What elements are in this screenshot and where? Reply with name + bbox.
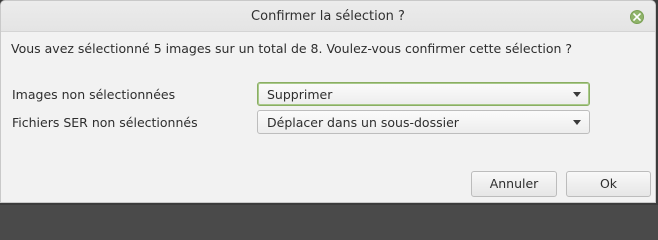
confirmation-message: Vous avez sélectionné 5 images sur un to…: [11, 41, 572, 56]
chevron-down-icon: [573, 120, 581, 125]
window-title: Confirmer la sélection ?: [251, 9, 405, 24]
unselected-ser-files-select[interactable]: Déplacer dans un sous-dossier: [257, 110, 590, 134]
unselected-ser-files-label: Fichiers SER non sélectionnés: [12, 115, 198, 130]
unselected-images-value: Supprimer: [267, 87, 333, 102]
unselected-ser-files-value: Déplacer dans un sous-dossier: [267, 115, 459, 130]
close-icon: [633, 13, 641, 21]
titlebar: Confirmer la sélection ?: [1, 1, 655, 32]
close-button[interactable]: [630, 10, 644, 24]
confirm-dialog: Confirmer la sélection ? Vous avez sélec…: [0, 0, 656, 203]
ok-button[interactable]: Ok: [566, 171, 651, 197]
unselected-images-label: Images non sélectionnées: [12, 87, 176, 102]
chevron-down-icon: [573, 92, 581, 97]
cancel-button[interactable]: Annuler: [471, 171, 557, 197]
unselected-images-select[interactable]: Supprimer: [257, 82, 590, 106]
